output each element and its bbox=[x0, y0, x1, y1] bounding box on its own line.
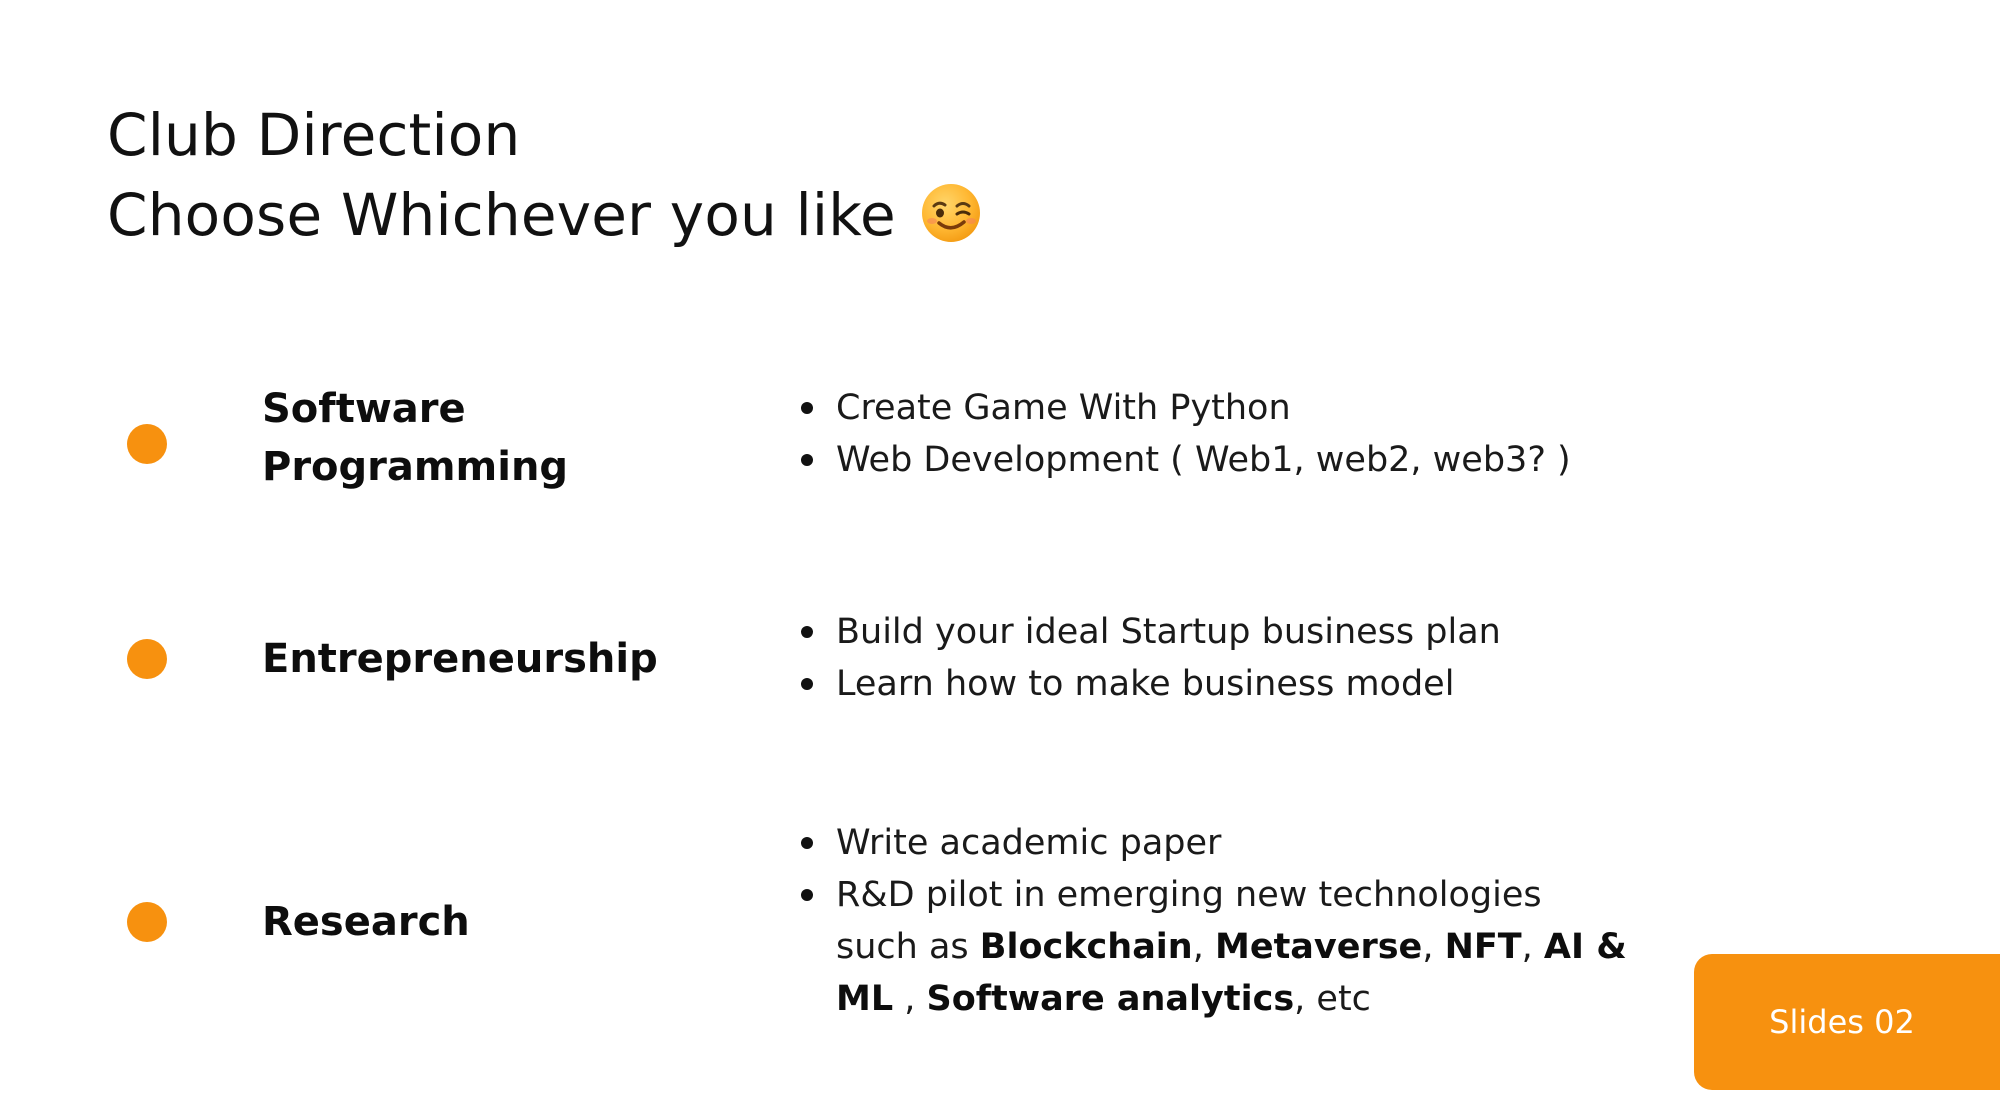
text-etc: , etc bbox=[1294, 979, 1371, 1019]
list-item: Build your ideal Startup business plan bbox=[798, 606, 1501, 658]
list-item: Web Development ( Web1, web2, web3? ) bbox=[798, 434, 1571, 486]
keyword-ai-ml: AI & bbox=[1543, 927, 1627, 967]
category-research: Research bbox=[262, 893, 470, 951]
bullet-marker-entrepreneurship bbox=[127, 639, 167, 679]
bullet-dot-icon bbox=[801, 678, 813, 690]
bullet-marker-research bbox=[127, 902, 167, 942]
bullet-dot-icon bbox=[801, 837, 813, 849]
category-software-programming: Software Programming bbox=[262, 380, 568, 496]
keyword-blockchain: Blockchain bbox=[979, 927, 1193, 967]
category-label: Entrepreneurship bbox=[262, 636, 658, 682]
slide-number-badge: Slides 02 bbox=[1694, 954, 2000, 1090]
list-item: Create Game With Python bbox=[798, 382, 1571, 434]
bullet-list-software-programming: Create Game With Python Web Development … bbox=[798, 382, 1571, 486]
title-line-2: Choose Whichever you like bbox=[107, 181, 896, 249]
list-item-text: Create Game With Python bbox=[836, 388, 1291, 428]
slide: Club Direction Choose Whichever you like bbox=[0, 0, 2000, 1108]
winking-face-icon bbox=[920, 182, 982, 244]
separator: , bbox=[1521, 927, 1544, 967]
slide-subtitle: Choose Whichever you like bbox=[107, 183, 982, 250]
category-label: Research bbox=[262, 899, 470, 945]
list-item-text: Learn how to make business model bbox=[836, 664, 1455, 704]
separator: , bbox=[893, 979, 927, 1019]
keyword-nft: NFT bbox=[1444, 927, 1522, 967]
text-such-as: such as bbox=[836, 927, 980, 967]
slide-number-label: Slides 02 bbox=[1769, 1003, 1915, 1041]
list-item-text: Write academic paper bbox=[836, 823, 1222, 863]
slide-title: Club Direction bbox=[107, 106, 520, 164]
bullet-list-entrepreneurship: Build your ideal Startup business plan L… bbox=[798, 606, 1501, 710]
title-line-1: Club Direction bbox=[107, 101, 521, 169]
list-item: Write academic paper bbox=[798, 817, 1627, 869]
keyword-metaverse: Metaverse bbox=[1215, 927, 1423, 967]
list-item: R&D pilot in emerging new technologies s… bbox=[798, 869, 1627, 1025]
list-item-text: Build your ideal Startup business plan bbox=[836, 612, 1501, 652]
list-item-text: R&D pilot in emerging new technologies bbox=[836, 875, 1542, 915]
list-item-continuation: ML , Software analytics, etc bbox=[836, 973, 1627, 1025]
list-item-continuation: such as Blockchain, Metaverse, NFT, AI & bbox=[836, 921, 1627, 973]
keyword-software-analytics: Software analytics bbox=[926, 979, 1295, 1019]
bullet-dot-icon bbox=[801, 889, 813, 901]
bullet-list-research: Write academic paper R&D pilot in emergi… bbox=[798, 817, 1627, 1025]
category-label: Programming bbox=[262, 444, 569, 490]
category-entrepreneurship: Entrepreneurship bbox=[262, 630, 658, 688]
separator: , bbox=[1192, 927, 1215, 967]
bullet-dot-icon bbox=[801, 454, 813, 466]
bullet-dot-icon bbox=[801, 402, 813, 414]
bullet-dot-icon bbox=[801, 626, 813, 638]
bullet-marker-software-programming bbox=[127, 424, 167, 464]
separator: , bbox=[1422, 927, 1445, 967]
list-item-text: Web Development ( Web1, web2, web3? ) bbox=[836, 440, 1571, 480]
category-label: Software bbox=[262, 386, 466, 432]
list-item: Learn how to make business model bbox=[798, 658, 1501, 710]
keyword-ml: ML bbox=[836, 979, 894, 1019]
